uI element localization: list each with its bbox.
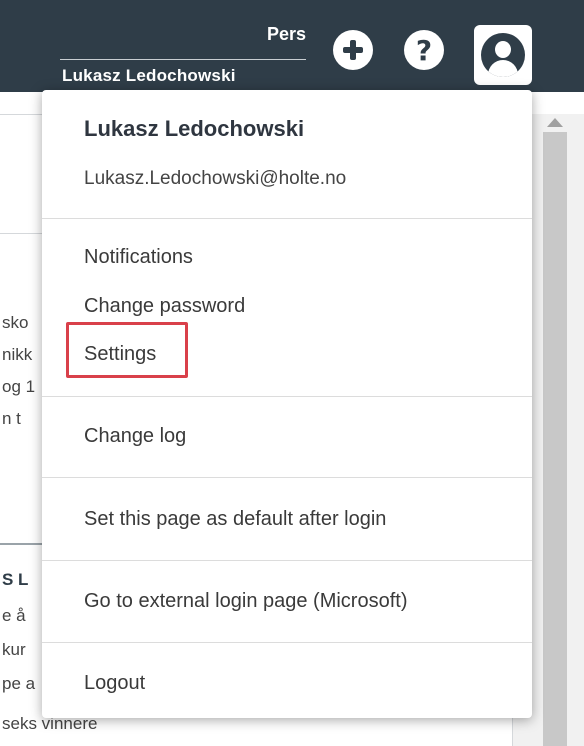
header-section-label[interactable]: Pers — [267, 24, 306, 45]
menu-item-set-default-page[interactable]: Set this page as default after login — [84, 508, 386, 531]
menu-item-change-password[interactable]: Change password — [84, 295, 245, 318]
background-section-heading: S L — [2, 570, 29, 589]
help-glyph: ? — [415, 34, 433, 67]
scrollbar-thumb[interactable] — [543, 132, 567, 746]
menu-divider — [42, 477, 532, 478]
background-text: e å — [2, 606, 26, 625]
header-divider — [60, 59, 306, 60]
dropdown-user-name: Lukasz Ledochowski — [84, 116, 305, 141]
menu-divider — [42, 642, 532, 643]
background-text: og 1 — [2, 377, 36, 396]
help-icon[interactable]: ? — [404, 30, 444, 70]
menu-item-external-login[interactable]: Go to external login page (Microsoft) — [84, 590, 408, 613]
add-icon[interactable] — [333, 30, 373, 70]
user-avatar-icon[interactable] — [474, 25, 532, 85]
menu-divider — [42, 218, 532, 219]
menu-item-notifications[interactable]: Notifications — [84, 246, 193, 269]
background-text: kur — [2, 640, 26, 659]
user-dropdown-menu: Lukasz Ledochowski Lukasz.Ledochowski@ho… — [42, 90, 532, 718]
background-text: pe a — [2, 674, 36, 693]
background-text: nikk — [2, 345, 33, 364]
top-header-bar: Pers Lukasz Ledochowski ? — [0, 0, 584, 92]
menu-divider — [42, 396, 532, 397]
dropdown-user-email: Lukasz.Ledochowski@holte.no — [84, 168, 347, 189]
menu-item-change-log[interactable]: Change log — [84, 425, 186, 448]
settings-highlight-box — [66, 322, 188, 378]
background-text: sko — [2, 313, 29, 332]
background-text: n t — [2, 409, 21, 428]
header-user-name[interactable]: Lukasz Ledochowski — [62, 66, 236, 86]
scroll-up-arrow-icon[interactable] — [547, 118, 563, 127]
menu-divider — [42, 560, 532, 561]
menu-item-logout[interactable]: Logout — [84, 672, 145, 695]
